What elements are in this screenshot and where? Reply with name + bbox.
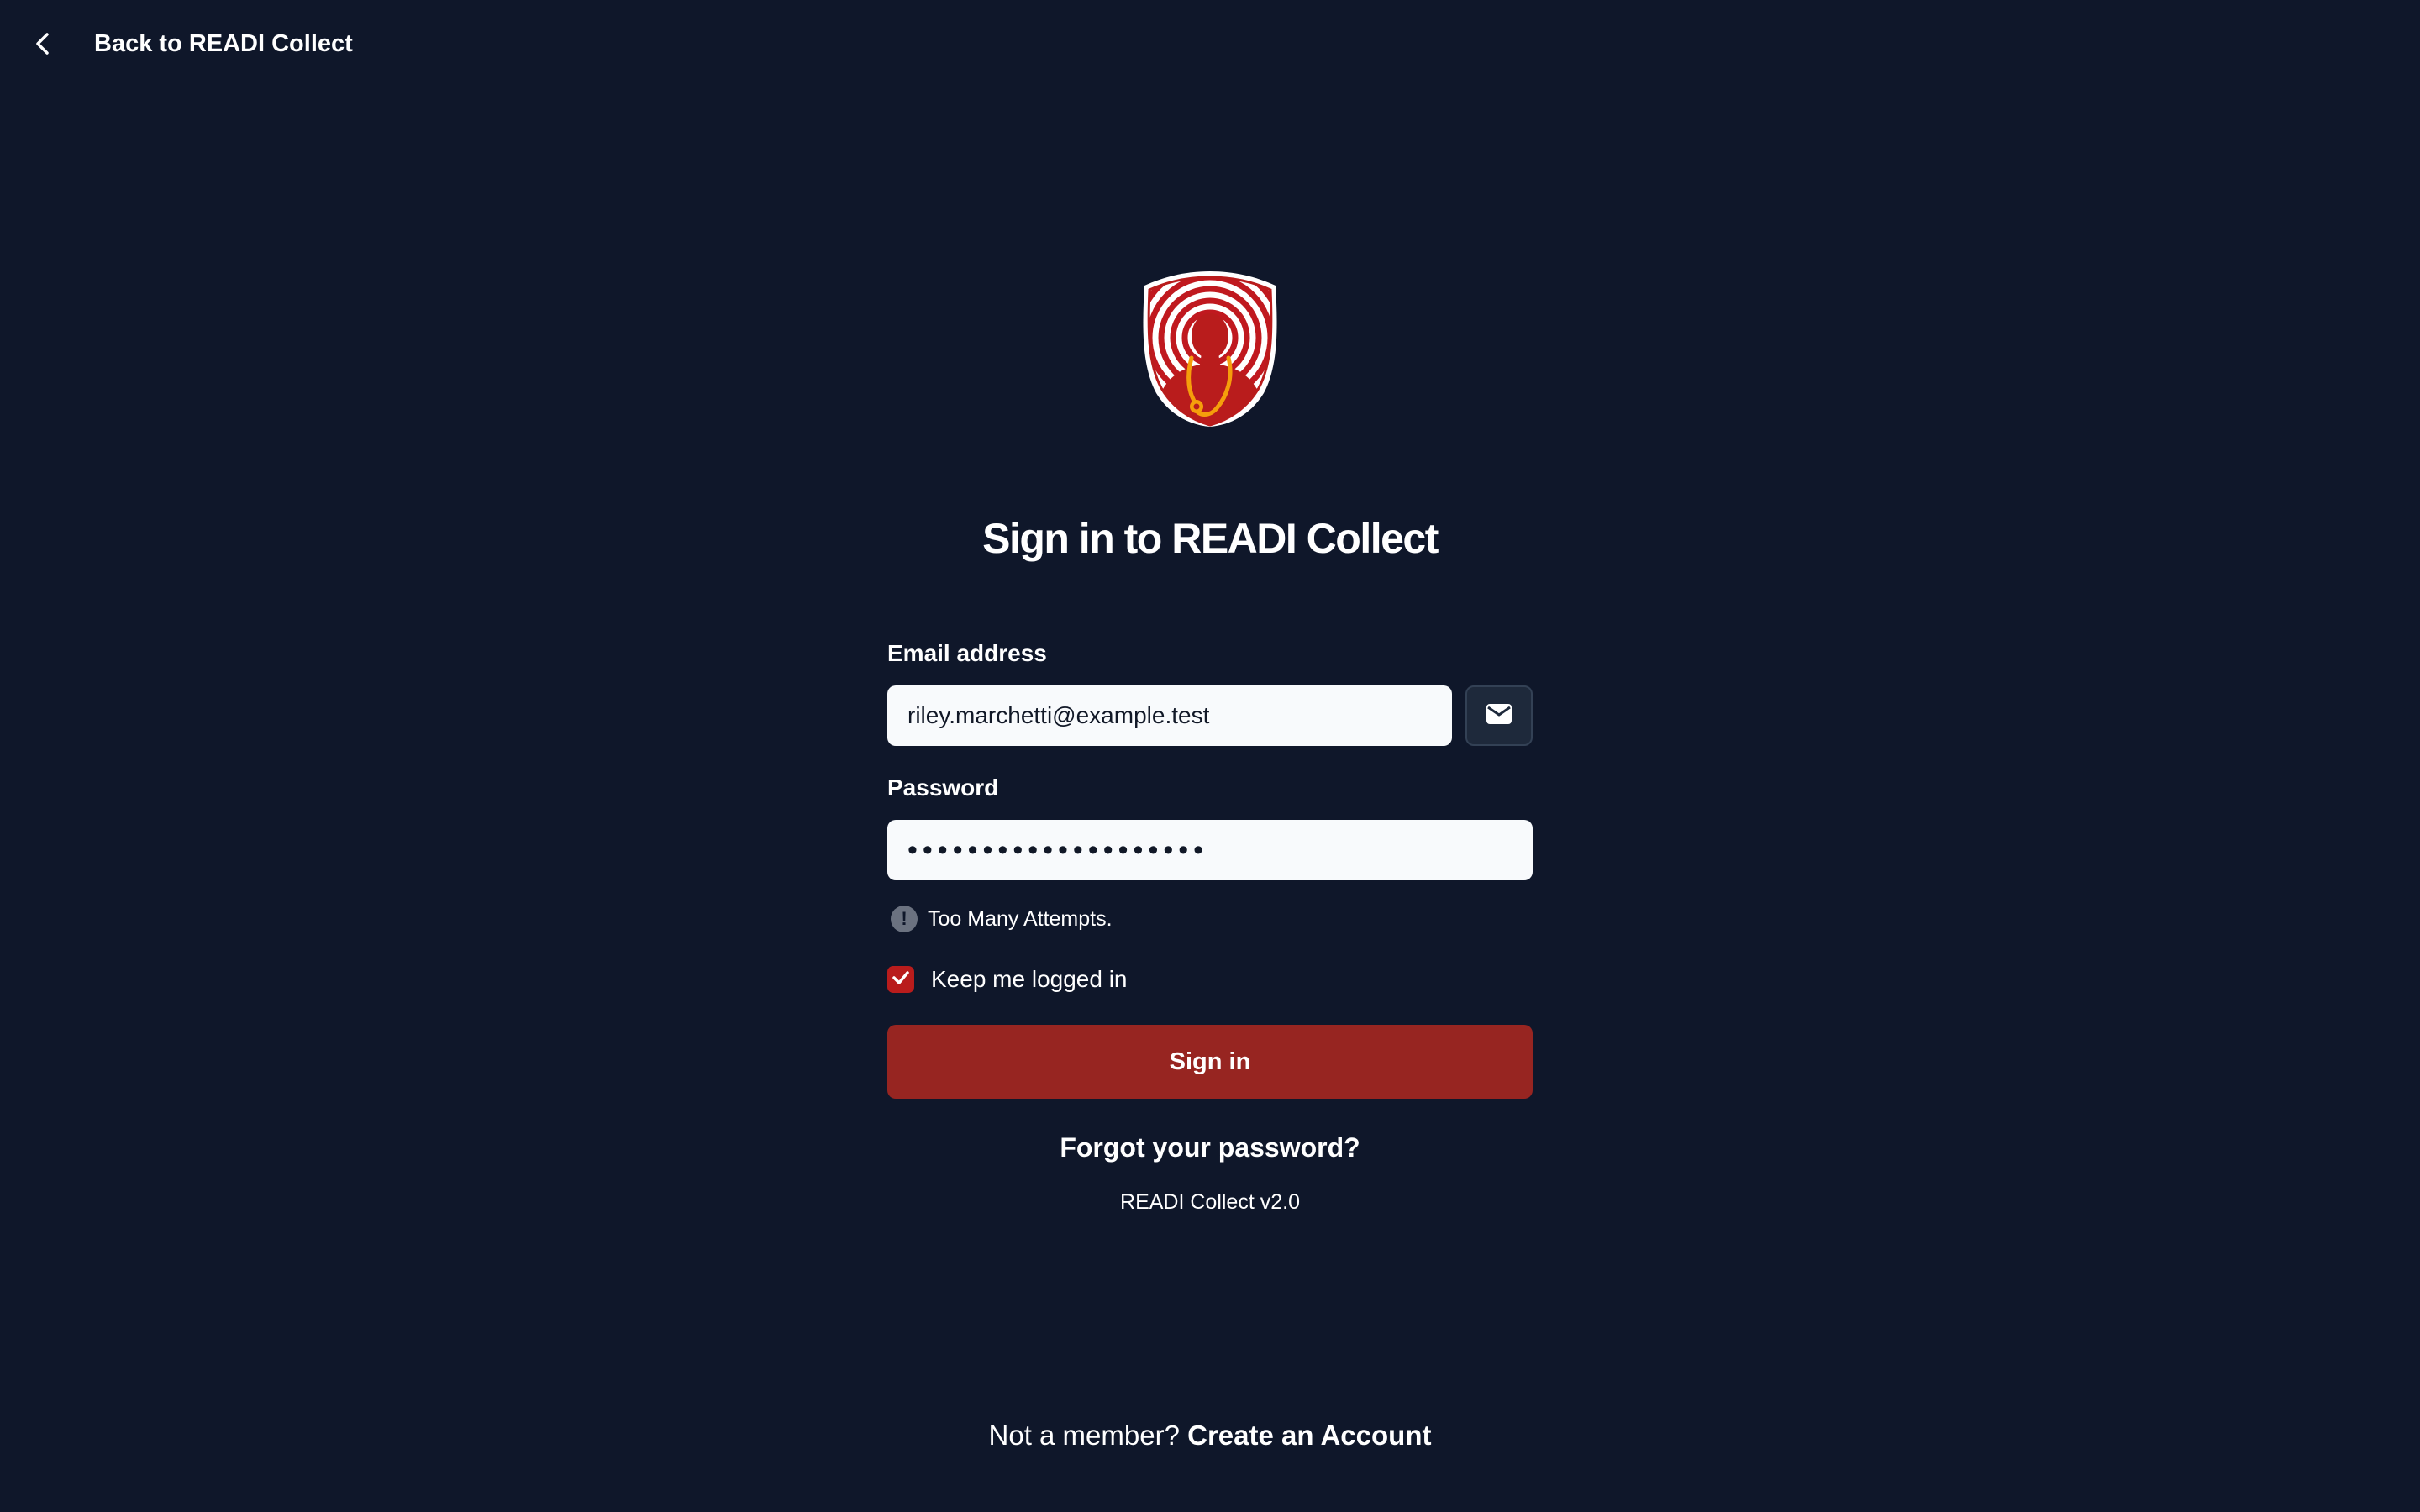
create-account-link[interactable]: Create an Account	[1187, 1420, 1431, 1451]
error-text: Too Many Attempts.	[928, 906, 1113, 931]
login-form: Email address Password ! Too Many Attemp…	[887, 638, 1533, 1215]
exclamation-circle-icon: !	[891, 906, 918, 932]
back-link[interactable]: Back to READI Collect	[34, 24, 353, 64]
remember-me-row: Keep me logged in	[887, 964, 1533, 995]
doctor-shield-logo	[1139, 270, 1281, 427]
login-page: Back to READI Collect Sign in to READI C…	[0, 0, 2420, 1512]
checkmark-icon	[892, 970, 910, 990]
error-message: ! Too Many Attempts.	[887, 904, 1533, 934]
email-field[interactable]	[887, 685, 1452, 746]
email-button[interactable]	[1465, 685, 1533, 746]
envelope-icon	[1486, 703, 1512, 729]
sign-in-button[interactable]: Sign in	[887, 1025, 1533, 1099]
page-title: Sign in to READI Collect	[982, 515, 1439, 562]
back-link-label: Back to READI Collect	[94, 29, 353, 57]
remember-me-checkbox[interactable]	[887, 966, 914, 993]
forgot-password-link[interactable]: Forgot your password?	[887, 1132, 1533, 1163]
signup-prompt: Not a member? Create an Account	[0, 1420, 2420, 1452]
chevron-left-icon	[34, 24, 67, 64]
password-field[interactable]	[887, 820, 1533, 880]
remember-me-label[interactable]: Keep me logged in	[931, 966, 1128, 993]
signup-prompt-text: Not a member?	[988, 1420, 1180, 1451]
email-row	[887, 685, 1533, 746]
password-label: Password	[887, 774, 999, 801]
version-text: READI Collect v2.0	[1120, 1190, 1300, 1214]
email-label: Email address	[887, 640, 1047, 666]
